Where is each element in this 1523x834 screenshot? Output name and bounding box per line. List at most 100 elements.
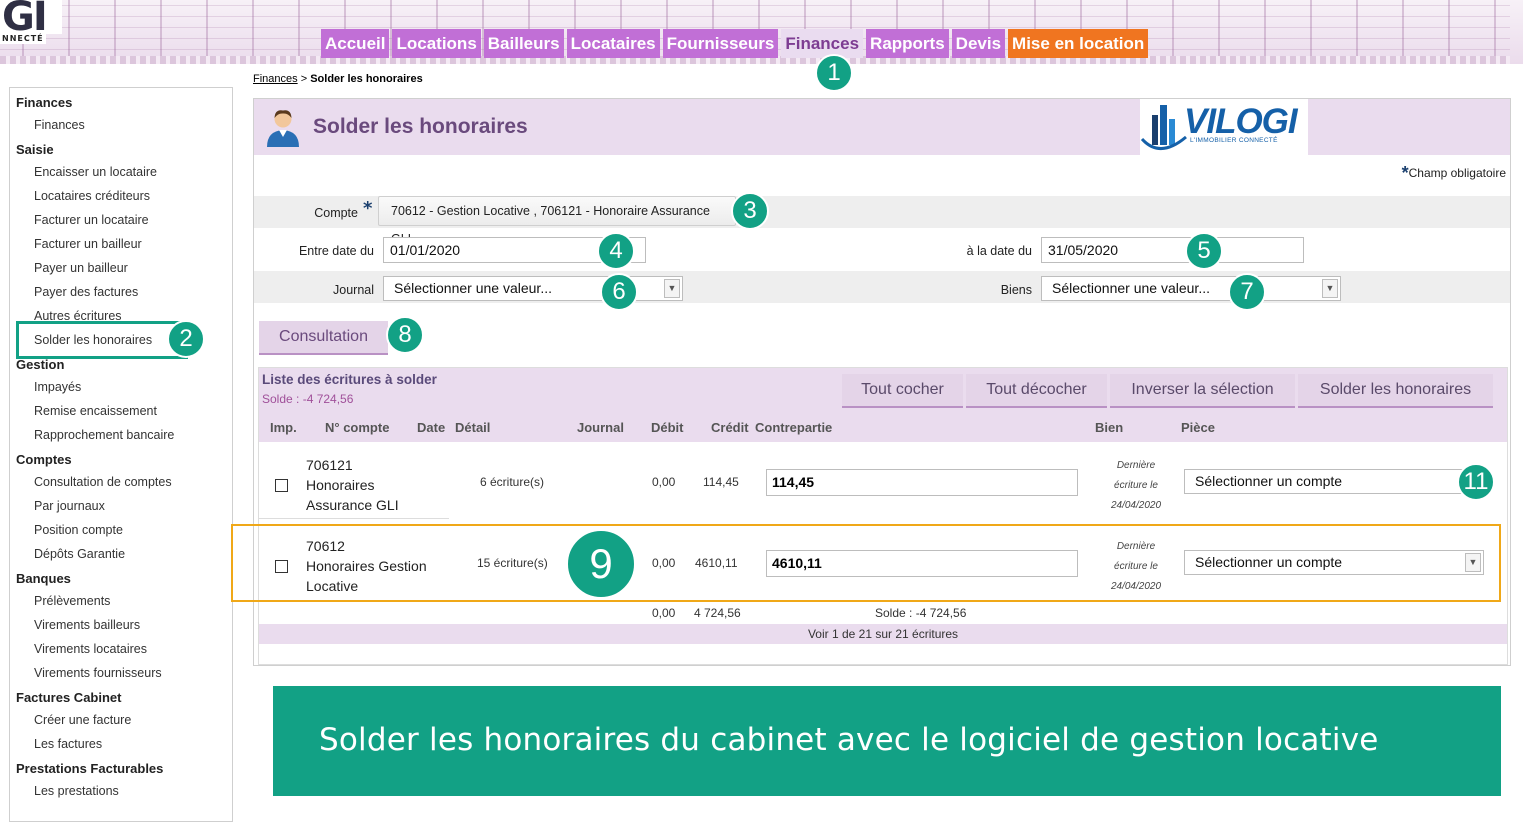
chevron-down-icon: ▼ — [1322, 279, 1338, 298]
col-header-date: Date — [417, 420, 446, 435]
row-detail: 6 écriture(s) — [480, 475, 545, 489]
row-bien-line: écriture le — [1114, 480, 1158, 491]
sidebar-item-facturer-locataire[interactable]: Facturer un locataire — [34, 213, 149, 227]
nav-tab-devis[interactable]: Devis — [951, 29, 1006, 58]
consultation-button[interactable]: Consultation — [259, 321, 388, 355]
biens-select-value: Sélectionner une valeur... — [1052, 280, 1210, 296]
chevron-down-icon: ▼ — [664, 279, 680, 298]
tout-cocher-button[interactable]: Tout cocher — [842, 374, 963, 408]
row-bien: Dernière écriture le 24/04/2020 — [1107, 456, 1165, 516]
page-title: Solder les honoraires — [313, 115, 528, 138]
sidebar-section-prestations: Prestations Facturables — [16, 761, 164, 776]
nav-tab-fournisseurs[interactable]: Fournisseurs — [662, 29, 779, 58]
sidebar-item-depots-garantie[interactable]: Dépôts Garantie — [34, 547, 125, 561]
row-divider — [259, 518, 449, 519]
nav-tab-locations[interactable]: Locations — [392, 29, 481, 58]
pagination-info: Voir 1 de 21 sur 21 écritures — [259, 624, 1507, 644]
col-header-contrepartie: Contrepartie — [755, 420, 833, 435]
callout-badge-4: 4 — [597, 232, 635, 270]
ecritures-list: Liste des écritures à solder Solde : -4 … — [258, 367, 1508, 665]
sidebar-item-impayes[interactable]: Impayés — [34, 380, 81, 394]
callout-badge-11: 11 — [1457, 463, 1495, 501]
vilogi-logo: VILOGI L'IMMOBILIER CONNECTÉ — [1140, 99, 1308, 155]
row-piece-select[interactable]: Sélectionner un compte — [1184, 469, 1466, 494]
col-header-piece: Pièce — [1181, 420, 1215, 435]
biens-label: Biens — [1000, 283, 1032, 297]
date-from-label: Entre date du — [298, 244, 374, 258]
sidebar-item-solder-honoraires[interactable]: Solder les honoraires — [34, 333, 152, 347]
sidebar-item-payer-factures[interactable]: Payer des factures — [34, 285, 138, 299]
row-piece-select-value: Sélectionner un compte — [1195, 473, 1343, 489]
sidebar-item-par-journaux[interactable]: Par journaux — [34, 499, 105, 513]
inverser-selection-button[interactable]: Inverser la sélection — [1110, 374, 1295, 408]
sidebar-section-saisie: Saisie — [16, 142, 54, 157]
row-highlight-frame — [231, 524, 1501, 602]
row-credit: 114,45 — [703, 475, 739, 489]
sidebar-item-les-factures[interactable]: Les factures — [34, 737, 102, 751]
sidebar-section-banques: Banques — [16, 571, 71, 586]
nav-tab-rapports[interactable]: Rapports — [866, 29, 949, 58]
nav-tab-bailleurs[interactable]: Bailleurs — [483, 29, 564, 58]
col-header-journal: Journal — [577, 420, 624, 435]
solder-honoraires-button[interactable]: Solder les honoraires — [1298, 374, 1493, 408]
sidebar-section-factures-cabinet: Factures Cabinet — [16, 690, 122, 705]
nav-tab-finances[interactable]: Finances — [781, 29, 864, 58]
sidebar-item-locataires-crediteurs[interactable]: Locataires créditeurs — [34, 189, 150, 203]
date-to-input[interactable]: 31/05/2020 — [1041, 237, 1304, 263]
list-solde: Solde : -4 724,56 — [262, 392, 354, 406]
sidebar-item-remise-encaissement[interactable]: Remise encaissement — [34, 404, 157, 418]
sidebar-item-finances[interactable]: Finances — [34, 118, 85, 132]
biens-select[interactable]: Sélectionner une valeur... ▼ — [1041, 276, 1341, 301]
sidebar-section-comptes: Comptes — [16, 452, 72, 467]
callout-badge-7: 7 — [1228, 273, 1266, 311]
date-to-label: à la date du — [966, 244, 1032, 258]
row-account-name-cont: Assurance GLI — [306, 497, 399, 513]
sidebar-item-virements-bailleurs[interactable]: Virements bailleurs — [34, 618, 140, 632]
breadcrumb-separator: > — [300, 73, 308, 85]
sidebar-item-consultation-comptes[interactable]: Consultation de comptes — [34, 475, 172, 489]
table-row: 706121 Honoraires Assurance GLI 6 écritu… — [259, 442, 1507, 522]
list-title: Liste des écritures à solder — [262, 372, 437, 387]
row-bien-date: 24/04/2020 — [1110, 500, 1162, 511]
callout-badge-8: 8 — [386, 316, 424, 354]
sidebar-item-rapprochement-bancaire[interactable]: Rapprochement bancaire — [34, 428, 174, 442]
callout-badge-6: 6 — [600, 273, 638, 311]
nav-tab-accueil[interactable]: Accueil — [321, 29, 390, 58]
sidebar-section-finances: Finances — [16, 95, 73, 110]
col-header-debit: Débit — [651, 420, 684, 435]
journal-label: Journal — [333, 283, 374, 297]
app-header: GI NNECTÉ Accueil Locations Bailleurs Lo… — [0, 0, 1523, 64]
required-star-icon: * — [1401, 163, 1409, 183]
sidebar-item-encaisser-locataire[interactable]: Encaisser un locataire — [34, 165, 157, 179]
journal-select[interactable]: Sélectionner une valeur... ▼ — [383, 276, 683, 301]
page-title-bar: Solder les honoraires VILOGI L'IMMOBILIE… — [254, 99, 1510, 155]
user-icon — [267, 110, 299, 147]
callout-badge-2: 2 — [167, 320, 205, 358]
breadcrumb: Finances > Solder les honoraires — [253, 73, 423, 85]
col-header-bien: Bien — [1095, 420, 1124, 435]
compte-selector-button[interactable]: 70612 - Gestion Locative , 706121 - Hono… — [378, 196, 736, 246]
sidebar-item-position-compte[interactable]: Position compte — [34, 523, 123, 537]
app-logo[interactable]: GI — [0, 0, 62, 40]
buildings-logo-icon — [1140, 105, 1187, 150]
sidebar-item-virements-locataires[interactable]: Virements locataires — [34, 642, 147, 656]
tout-decocher-button[interactable]: Tout décocher — [966, 374, 1107, 408]
sidebar-item-prelevements[interactable]: Prélèvements — [34, 594, 110, 608]
sidebar-item-facturer-bailleur[interactable]: Facturer un bailleur — [34, 237, 142, 251]
sidebar-item-autres-ecritures[interactable]: Autres écritures — [34, 309, 122, 323]
caption-banner-text: Solder les honoraires du cabinet avec le… — [319, 722, 1379, 758]
sidebar-item-creer-facture[interactable]: Créer une facture — [34, 713, 131, 727]
callout-badge-3: 3 — [731, 192, 769, 230]
row-checkbox[interactable] — [275, 479, 288, 492]
row-contrepartie-input[interactable]: 114,45 — [766, 469, 1078, 496]
sidebar-item-les-prestations[interactable]: Les prestations — [34, 784, 119, 798]
vilogi-logo-tagline: L'IMMOBILIER CONNECTÉ — [1190, 137, 1278, 144]
callout-badge-5: 5 — [1185, 232, 1223, 270]
nav-tab-locataires[interactable]: Locataires — [566, 29, 660, 58]
nav-tab-mise-en-location[interactable]: Mise en location — [1008, 29, 1149, 58]
sidebar-item-virements-fournisseurs[interactable]: Virements fournisseurs — [34, 666, 162, 680]
sidebar-item-payer-bailleur[interactable]: Payer un bailleur — [34, 261, 128, 275]
row-debit: 0,00 — [652, 475, 676, 489]
breadcrumb-link-finances[interactable]: Finances — [253, 73, 298, 85]
total-credit: 4 724,56 — [694, 606, 741, 620]
